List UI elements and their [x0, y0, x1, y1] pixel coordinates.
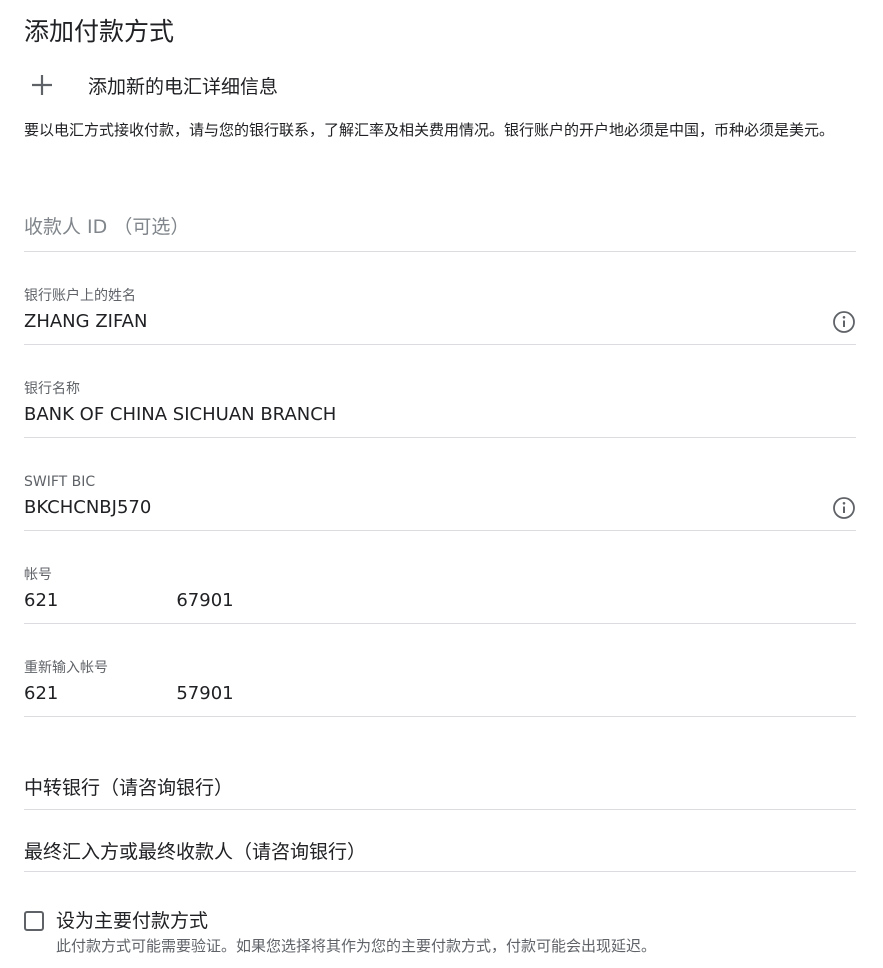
account-number-confirm-prefix: 621 [24, 683, 59, 704]
swift-bic-label: SWIFT BIC [24, 474, 96, 490]
account-number-field[interactable]: 帐号 621 67901 [24, 566, 856, 624]
redaction-mask [58, 683, 177, 705]
account-name-value: ZHANG ZIFAN [24, 311, 148, 332]
account-number-confirm-suffix: 57901 [176, 683, 234, 704]
add-wire-details-label: 添加新的电汇详细信息 [88, 75, 279, 98]
account-number-prefix: 621 [24, 590, 59, 611]
wire-description: 要以电汇方式接收付款，请与您的银行联系，了解汇率及相关费用情况。银行账户的开户地… [24, 121, 835, 139]
account-number-suffix: 67901 [176, 590, 234, 611]
account-number-confirm-field[interactable]: 重新输入帐号 621 57901 [24, 659, 856, 717]
info-icon[interactable] [832, 310, 856, 334]
info-icon[interactable] [832, 496, 856, 520]
plus-icon [24, 67, 60, 103]
account-number-confirm-value: 621 57901 [24, 682, 856, 706]
bank-name-label: 银行名称 [24, 381, 80, 397]
intermediary-bank-label: 中转银行（请咨询银行） [24, 777, 234, 799]
account-name-label: 银行账户上的姓名 [24, 288, 136, 304]
payee-id-placeholder: 收款人 ID （可选） [24, 216, 190, 238]
redaction-mask [58, 590, 177, 612]
primary-payment-option: 设为主要付款方式 此付款方式可能需要验证。如果您选择将其作为您的主要付款方式，付… [24, 906, 864, 956]
bank-name-field[interactable]: 银行名称 BANK OF CHINA SICHUAN BRANCH [24, 380, 856, 438]
intermediary-bank-field[interactable]: 中转银行（请咨询银行） [24, 774, 856, 810]
account-number-confirm-label: 重新输入帐号 [24, 660, 108, 676]
bank-name-value: BANK OF CHINA SICHUAN BRANCH [24, 404, 337, 425]
final-beneficiary-label: 最终汇入方或最终收款人（请咨询银行） [24, 841, 367, 863]
account-name-field[interactable]: 银行账户上的姓名 ZHANG ZIFAN [24, 287, 856, 345]
payee-id-field[interactable]: 收款人 ID （可选） [24, 214, 856, 252]
account-number-label: 帐号 [24, 567, 52, 583]
primary-payment-text: 设为主要付款方式 此付款方式可能需要验证。如果您选择将其作为您的主要付款方式，付… [56, 906, 656, 956]
page-title: 添加付款方式 [24, 17, 175, 46]
primary-payment-hint: 此付款方式可能需要验证。如果您选择将其作为您的主要付款方式，付款可能会出现延迟。 [56, 937, 657, 955]
account-number-value: 621 67901 [24, 589, 856, 613]
add-wire-details-button[interactable]: 添加新的电汇详细信息 [24, 66, 424, 104]
swift-bic-field[interactable]: SWIFT BIC BKCHCNBJ570 [24, 473, 856, 531]
primary-payment-checkbox[interactable] [24, 911, 44, 931]
final-beneficiary-field[interactable]: 最终汇入方或最终收款人（请咨询银行） [24, 838, 856, 872]
swift-bic-value: BKCHCNBJ570 [24, 497, 152, 518]
primary-payment-label[interactable]: 设为主要付款方式 [56, 906, 656, 936]
